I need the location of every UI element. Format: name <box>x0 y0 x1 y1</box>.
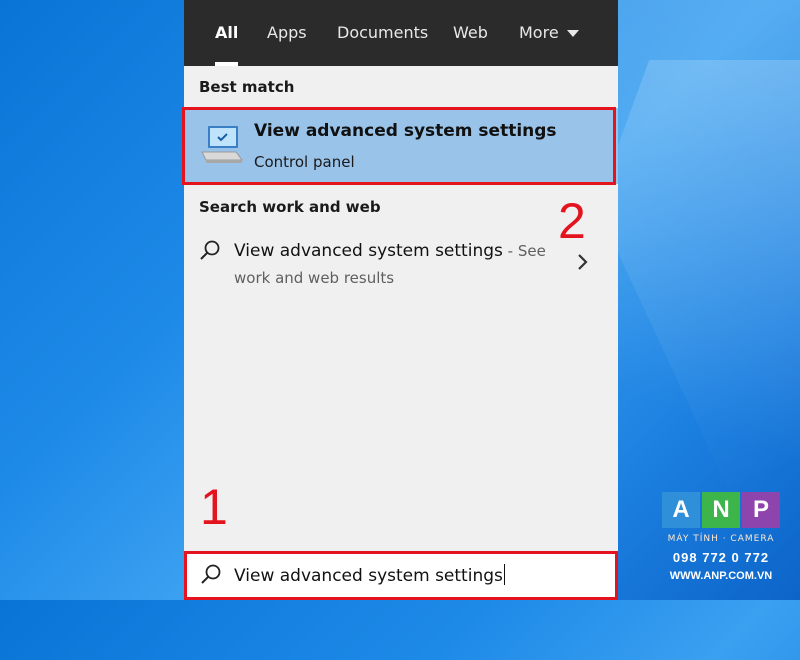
web-result-query: View advanced system settings <box>234 241 503 261</box>
best-match-heading: Best match <box>199 78 295 96</box>
tab-apps[interactable]: Apps <box>267 0 307 66</box>
tab-documents[interactable]: Documents <box>337 0 428 66</box>
anp-watermark-logo: A N P MÁY TÍNH · CAMERA 098 772 0 772 WW… <box>662 492 780 592</box>
step-number-2: 2 <box>558 193 586 249</box>
tab-more-label: More <box>519 23 559 42</box>
search-results-panel: All Apps Documents Web More Best match V… <box>184 0 618 600</box>
search-icon <box>200 240 220 260</box>
anp-letter-p: P <box>742 492 780 528</box>
chevron-right-icon[interactable] <box>576 252 590 272</box>
anp-letter-boxes: A N P <box>662 492 780 530</box>
web-result-text: View advanced system settings - See work… <box>234 238 554 292</box>
step-number-1: 1 <box>200 479 228 535</box>
anp-letter-n: N <box>702 492 740 528</box>
anp-phone: 098 772 0 772 <box>672 550 770 565</box>
tab-all[interactable]: All <box>215 0 239 66</box>
caret-down-icon <box>566 30 579 37</box>
anp-url: WWW.ANP.COM.VN <box>669 570 773 582</box>
highlight-best-match <box>182 107 616 185</box>
anp-letter-a: A <box>662 492 700 528</box>
highlight-search-box <box>184 551 618 600</box>
web-section-heading: Search work and web <box>199 198 381 216</box>
anp-tagline: MÁY TÍNH · CAMERA <box>667 534 775 544</box>
web-search-result[interactable]: View advanced system settings - See work… <box>184 228 618 298</box>
web-result-line2: work and web results <box>234 269 395 287</box>
tab-bar: All Apps Documents Web More <box>184 0 618 66</box>
tab-more[interactable]: More <box>519 0 579 66</box>
web-result-suffix: - See <box>502 242 546 260</box>
tab-web[interactable]: Web <box>453 0 488 66</box>
